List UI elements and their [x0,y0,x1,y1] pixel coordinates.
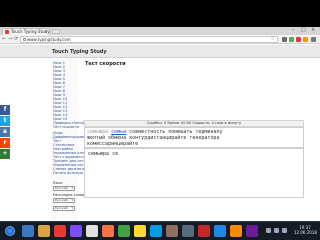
extension-icon[interactable] [289,37,294,42]
ie-icon[interactable] [22,225,34,237]
vk-icon[interactable]: в [0,127,10,137]
sidebar: Урок 1 Урок 2 Урок 3 Урок 4 Урок 5 Урок … [51,59,108,221]
tab-strip: Touch Typing Study × – □ × [0,27,320,35]
minimize-button[interactable]: – [292,27,295,34]
clock[interactable]: 19:37 12.06.2018 [294,225,317,235]
layout-value: Русский [55,198,68,202]
volume-icon[interactable] [282,228,287,233]
menu-icon[interactable] [311,37,316,42]
url-text: www.typingstudy.com [27,37,71,42]
app-icon[interactable] [198,225,210,237]
app-icon[interactable] [182,225,194,237]
reload-button[interactable]: ⟳ [14,36,18,43]
explorer-icon[interactable] [38,225,50,237]
tab-touch-typing[interactable]: Touch Typing Study × [2,28,50,35]
app-icon[interactable] [230,225,242,237]
back-button[interactable]: ← [2,36,6,43]
forward-button[interactable]: → [8,36,12,43]
facebook-icon[interactable]: f [0,105,10,115]
network-icon[interactable] [274,228,279,233]
extension-icon[interactable] [296,37,301,42]
app-icon[interactable] [118,225,130,237]
clock-date: 12.06.2018 [294,230,317,235]
app-icon[interactable] [70,225,82,237]
screen: Touch Typing Study × – □ × ← → ⟳ www.typ… [0,0,320,240]
address-bar[interactable]: www.typingstudy.com ☆ [20,36,278,43]
app-icon[interactable] [150,225,162,237]
maximize-button[interactable]: □ [301,27,306,34]
sidebar-item[interactable]: Печать вслепую [53,171,83,175]
browser-window: Touch Typing Study × – □ × ← → ⟳ www.typ… [0,27,320,221]
text-line-3: комиссаринцирайте [87,141,139,147]
site-title[interactable]: Touch Typing Study [52,49,107,55]
share-plus-icon[interactable]: + [0,149,10,159]
status-bar: Ошибки: 0 Время: 00:00 Скорость: 0 слов … [84,120,304,127]
favicon-icon [5,30,9,34]
page-title: Тест скорости [85,61,126,67]
sidebar-item[interactable]: Тест скорости [53,125,79,129]
chevron-down-icon: ▾ [71,186,73,190]
taskbar: 19:37 12.06.2018 [0,221,320,240]
layout-select[interactable]: Русский ▾ [53,198,75,203]
chevron-down-icon: ▾ [71,198,73,202]
chrome-icon[interactable] [86,225,98,237]
chevron-down-icon: ▾ [71,206,73,210]
typing-input[interactable]: семьюра се [84,148,304,198]
close-window-button[interactable]: × [311,27,315,34]
extension-icon[interactable] [282,37,287,42]
app-icon[interactable] [134,225,146,237]
extra-select[interactable]: Русский ▾ [53,206,75,211]
language-label: Язык: [53,181,64,185]
language-select[interactable]: Русский ▾ [53,186,75,191]
text-to-type: семьюра семьи совместность помешать терм… [84,127,304,148]
app-icon[interactable] [102,225,114,237]
typing-input-text: семьюра се [88,151,119,157]
app-icon[interactable] [246,225,258,237]
start-button-icon[interactable] [5,226,15,236]
tray-icon[interactable] [266,228,271,233]
status-text: Ошибки: 0 Время: 00:00 Скорость: 0 слов … [146,121,242,125]
site-header: Touch Typing Study [0,45,320,58]
media-icon[interactable] [54,225,66,237]
app-icon[interactable] [214,225,226,237]
reddit-icon[interactable]: r [0,138,10,148]
top-letterbox [0,0,320,27]
lock-icon [23,38,26,41]
browser-toolbar: ← → ⟳ www.typingstudy.com ☆ [0,35,320,44]
app-icon[interactable] [166,225,178,237]
bookmark-star-icon[interactable]: ☆ [271,36,275,42]
language-value: Русский [55,186,68,190]
extra-value: Русский [55,206,68,210]
twitter-icon[interactable]: t [0,116,10,126]
new-tab-button[interactable] [52,29,60,34]
extension-icon[interactable] [303,37,308,42]
